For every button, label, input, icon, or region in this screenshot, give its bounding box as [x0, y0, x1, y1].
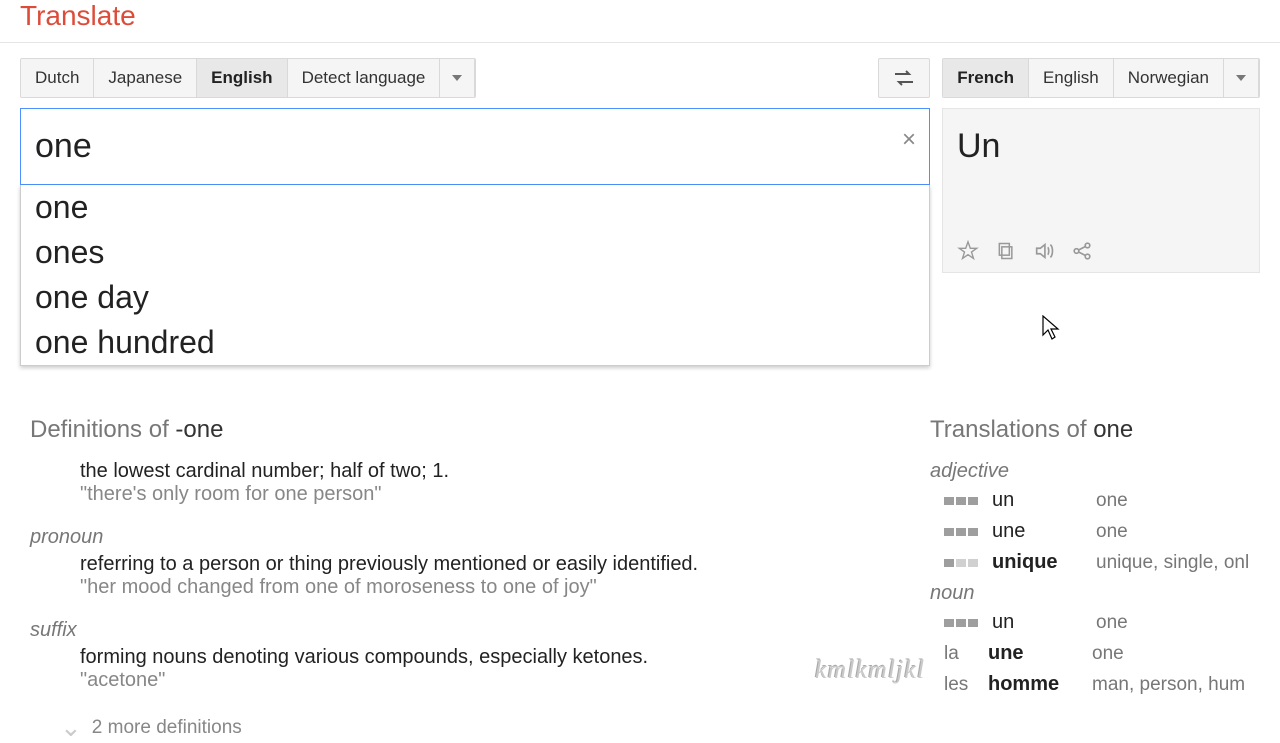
clear-input-button[interactable]: × [902, 126, 916, 154]
translation-row[interactable]: uneone [930, 520, 1260, 543]
source-text-box: × [20, 108, 930, 185]
source-tab-english[interactable]: English [197, 59, 287, 97]
translations-title: Translations of one [930, 416, 1260, 444]
swap-icon [893, 69, 915, 87]
chevron-down-icon: ⌄ [60, 712, 82, 743]
target-tab-french[interactable]: French [943, 59, 1029, 97]
suggestion-dropdown: one ones one day one hundred [20, 185, 930, 366]
definition-text: forming nouns denoting various compounds… [80, 646, 880, 669]
chevron-down-icon [1236, 75, 1246, 81]
frequency-icon [944, 528, 978, 536]
translation-row[interactable]: unone [930, 489, 1260, 512]
translation-row[interactable]: uniqueunique, single, onl [930, 551, 1260, 574]
frequency-icon [944, 619, 978, 627]
translation-output: Un [957, 127, 1245, 166]
frequency-icon [944, 559, 978, 567]
source-lang-dropdown[interactable] [440, 59, 475, 97]
part-of-speech: suffix [30, 619, 880, 642]
definition-example: "acetone" [80, 669, 880, 692]
definitions-title: Definitions of -one [30, 416, 880, 444]
speaker-icon[interactable] [1033, 240, 1055, 262]
suggestion-item[interactable]: ones [21, 230, 929, 275]
target-text-box: Un [942, 108, 1260, 273]
definition-example: "there's only room for one person" [80, 483, 880, 506]
suggestion-item[interactable]: one day [21, 275, 929, 320]
part-of-speech: adjective [930, 460, 1260, 483]
definition-example: "her mood changed from one of moroseness… [80, 576, 880, 599]
suggestion-item[interactable]: one hundred [21, 320, 929, 365]
source-tab-japanese[interactable]: Japanese [94, 59, 197, 97]
share-icon[interactable] [1071, 240, 1093, 262]
chevron-down-icon [452, 75, 462, 81]
definition-text: referring to a person or thing previousl… [80, 553, 880, 576]
source-tab-dutch[interactable]: Dutch [21, 59, 94, 97]
translation-row[interactable]: leshommeman, person, hum [930, 673, 1260, 696]
definition-text: the lowest cardinal number; half of two;… [80, 460, 880, 483]
target-lang-tabs: French English Norwegian [942, 58, 1260, 98]
translation-row[interactable]: unone [930, 611, 1260, 634]
source-input[interactable] [21, 109, 929, 184]
part-of-speech: pronoun [30, 526, 880, 549]
translation-row[interactable]: launeone [930, 642, 1260, 665]
app-logo: Translate [20, 0, 1260, 32]
target-lang-dropdown[interactable] [1224, 59, 1259, 97]
target-tab-norwegian[interactable]: Norwegian [1114, 59, 1224, 97]
more-definitions-button[interactable]: ⌄ 2 more definitions [60, 712, 880, 743]
translations-panel: Translations of one adjective unone uneo… [930, 416, 1260, 743]
target-tab-english[interactable]: English [1029, 59, 1114, 97]
suggestion-item[interactable]: one [21, 185, 929, 230]
source-tab-detect[interactable]: Detect language [288, 59, 441, 97]
star-icon[interactable] [957, 240, 979, 262]
part-of-speech: noun [930, 582, 1260, 605]
copy-icon[interactable] [995, 240, 1017, 262]
swap-languages-button[interactable] [878, 58, 930, 98]
definitions-panel: Definitions of -one the lowest cardinal … [30, 416, 880, 743]
frequency-icon [944, 497, 978, 505]
source-lang-tabs: Dutch Japanese English Detect language [20, 58, 476, 98]
